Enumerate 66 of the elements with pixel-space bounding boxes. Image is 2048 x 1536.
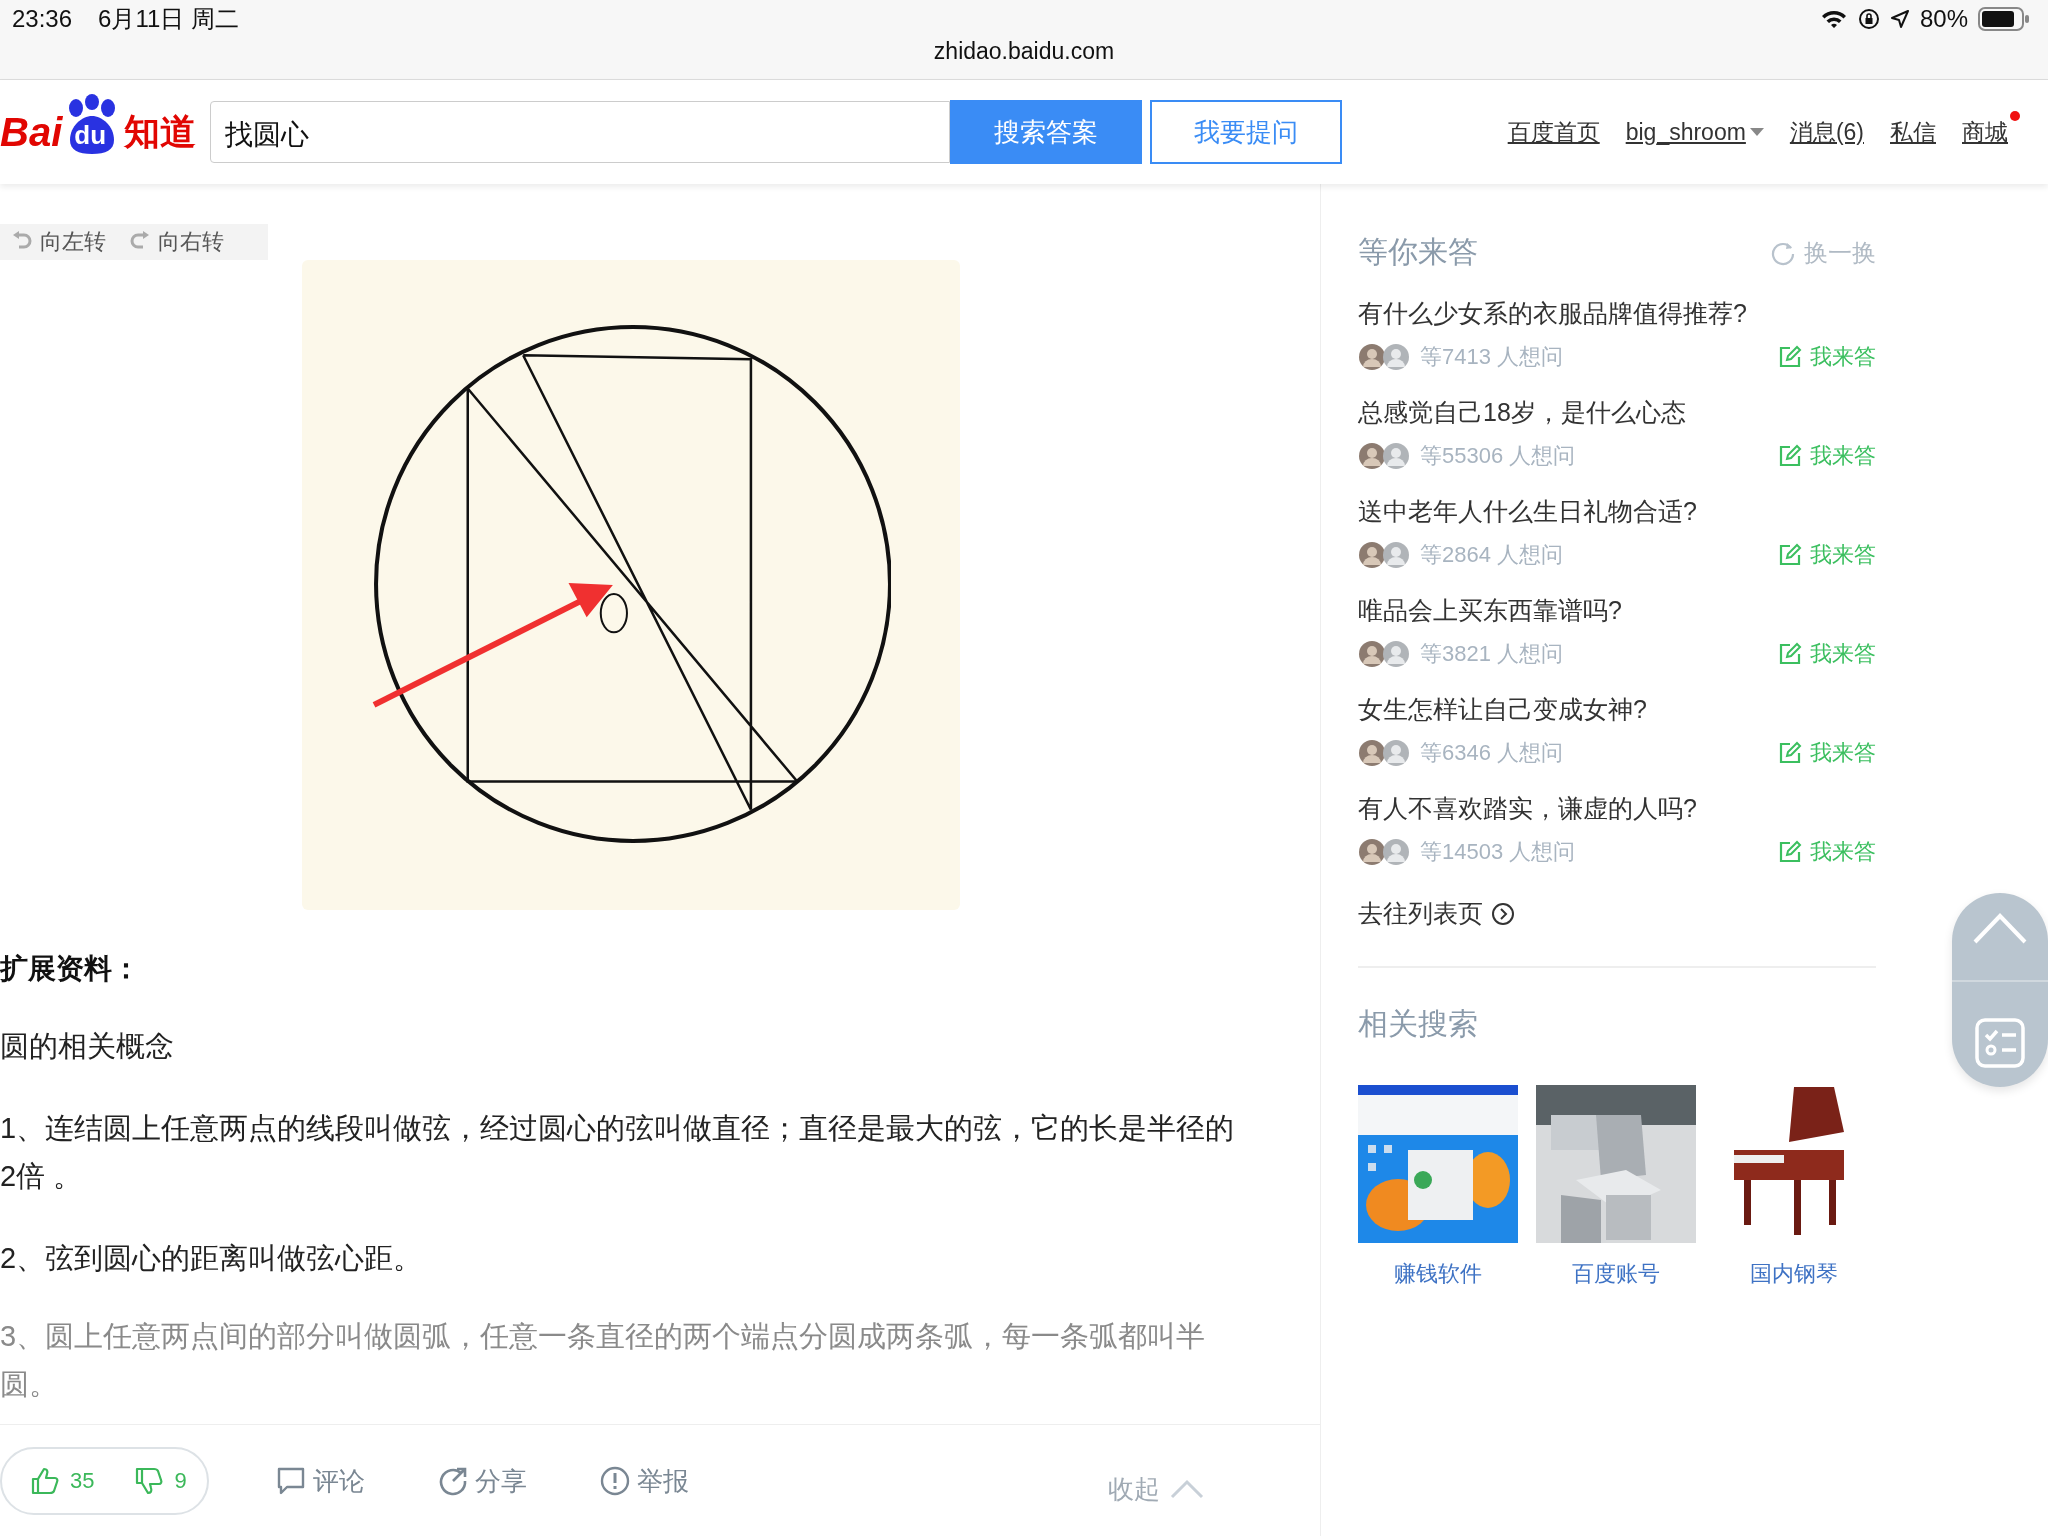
checklist-icon[interactable] bbox=[1974, 1017, 2026, 1070]
section-title: 相关搜索 bbox=[1358, 1006, 1479, 1042]
ask-button[interactable]: 我要提问 bbox=[1150, 100, 1342, 164]
edit-icon[interactable] bbox=[1778, 642, 1802, 666]
logo-text: Bai bbox=[0, 109, 63, 155]
dislike-button[interactable]: 9 bbox=[134, 1466, 187, 1496]
status-date: 6月11日 周二 bbox=[98, 4, 239, 34]
ask-count: 等3821 人想问 bbox=[1420, 640, 1564, 668]
avatar-icon bbox=[1358, 343, 1410, 371]
nav-link[interactable]: 私信 bbox=[1890, 116, 1936, 148]
comment-button[interactable]: 评论 bbox=[268, 1462, 371, 1500]
question-link[interactable]: 送中老年人什么生日礼物合适? bbox=[1358, 495, 1876, 528]
section-heading: 扩展资料： bbox=[0, 952, 141, 986]
edit-icon[interactable] bbox=[1778, 741, 1802, 765]
nav-link[interactable]: 消息(6) bbox=[1789, 116, 1864, 148]
rotation-lock-icon bbox=[1857, 8, 1880, 30]
battery-percent: 80% bbox=[1919, 5, 1968, 33]
ask-count: 等14503 人想问 bbox=[1420, 838, 1576, 866]
question-link[interactable]: 唯品会上买东西靠谱吗? bbox=[1358, 594, 1876, 627]
avatar-icon bbox=[1358, 640, 1410, 668]
avatar-icon bbox=[1358, 541, 1410, 569]
thumbs-up-icon[interactable] bbox=[30, 1466, 60, 1496]
battery-icon bbox=[1978, 7, 2030, 31]
ask-count: 等6346 人想问 bbox=[1420, 739, 1564, 767]
chevron-up-icon[interactable] bbox=[1170, 1479, 1204, 1499]
question-link[interactable]: 有人不喜欢踏实，谦虚的人吗? bbox=[1358, 792, 1876, 825]
related-search-link[interactable]: 百度账号 bbox=[1572, 1259, 1660, 1289]
share-button[interactable]: 分享 bbox=[430, 1462, 533, 1500]
nav-link[interactable]: big_shroom bbox=[1625, 118, 1746, 146]
paragraph: 1、连结圆上任意两点的线段叫做弦，经过圆心的弦叫做直径；直径是最大的弦，它的长是半径的2倍 。 bbox=[0, 1111, 1236, 1194]
ask-count: 等7413 人想问 bbox=[1420, 343, 1564, 371]
rotate-button[interactable]: 向左转 bbox=[0, 227, 118, 257]
related-search-link[interactable]: 赚钱软件 bbox=[1394, 1259, 1482, 1289]
paragraph: 3、圆上任意两点间的部分叫做圆弧，任意一条直径的两个端点分圆成两条弧，每一条弧都叫半圆。 bbox=[0, 1319, 1207, 1402]
paragraph: 2、弦到圆心的距离叫做弦心距。 bbox=[0, 1241, 424, 1276]
ask-count: 等55306 人想问 bbox=[1420, 442, 1576, 470]
status-time: 23:36 bbox=[12, 5, 73, 33]
caret-icon[interactable] bbox=[1749, 127, 1764, 137]
search-field[interactable]: 找圆心 bbox=[210, 101, 950, 163]
thumbs-down-icon[interactable] bbox=[134, 1466, 165, 1496]
edit-icon[interactable] bbox=[1778, 543, 1802, 567]
avatar-icon bbox=[1358, 838, 1410, 866]
rotate-button[interactable]: 向右转 bbox=[118, 227, 236, 257]
exclamation-icon[interactable] bbox=[598, 1465, 631, 1497]
ask-count: 等2864 人想问 bbox=[1420, 541, 1564, 569]
avatar-icon bbox=[1358, 739, 1410, 767]
edit-icon[interactable] bbox=[1778, 444, 1802, 468]
avatar-icon bbox=[1358, 442, 1410, 470]
question-link[interactable]: 女生怎样让自己变成女神? bbox=[1358, 693, 1876, 726]
location-icon bbox=[1889, 9, 1910, 29]
question-link[interactable]: 总感觉自己18岁，是什么心态 bbox=[1358, 396, 1876, 429]
nav-link[interactable]: 商城 bbox=[1962, 116, 2008, 148]
like-button[interactable]: 35 bbox=[30, 1466, 95, 1496]
logo-text: 知道 bbox=[124, 109, 197, 154]
report-button[interactable]: 举报 bbox=[592, 1462, 695, 1500]
address-bar-url[interactable]: zhidao.baidu.com bbox=[894, 38, 1154, 65]
logo-mark: du bbox=[62, 94, 125, 156]
nav-link[interactable]: 百度首页 bbox=[1507, 116, 1600, 148]
paragraph: 圆的相关概念 bbox=[0, 1029, 175, 1064]
list-page-link[interactable]: 去往列表页 bbox=[1358, 897, 1515, 930]
section-title: 等你来答 bbox=[1358, 234, 1478, 270]
search-button[interactable]: 搜索答案 bbox=[950, 100, 1142, 164]
edit-icon[interactable] bbox=[1778, 345, 1802, 369]
question-link[interactable]: 有什么少女系的衣服品牌值得推荐? bbox=[1358, 297, 1876, 330]
edit-icon[interactable] bbox=[1778, 840, 1802, 864]
related-search-link[interactable]: 国内钢琴 bbox=[1750, 1259, 1838, 1289]
